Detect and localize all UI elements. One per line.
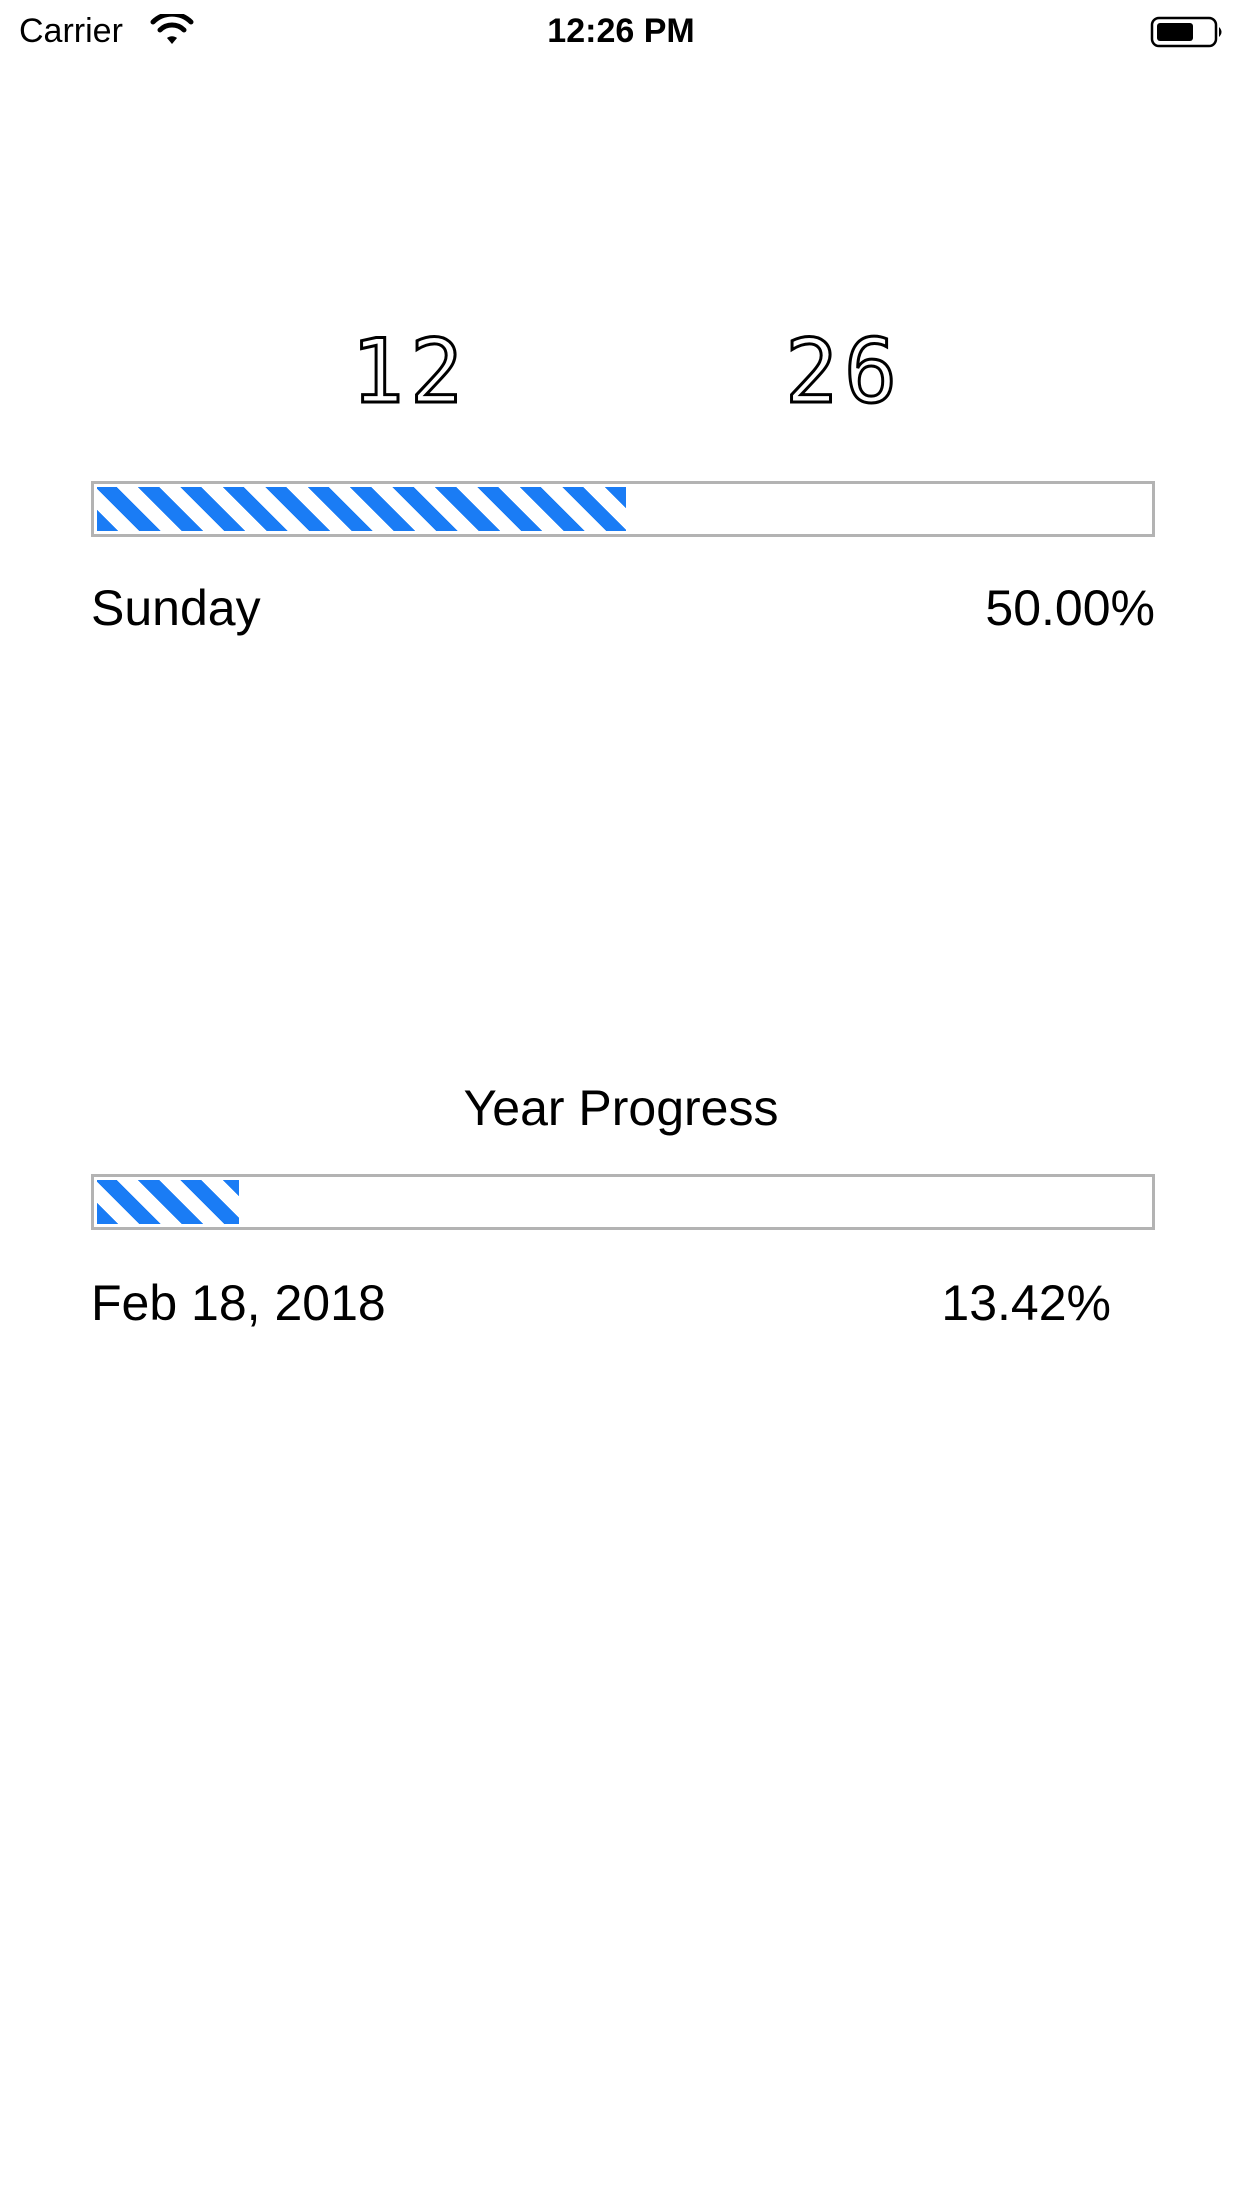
clock-minute: 26	[784, 320, 903, 423]
status-time: 12:26 PM	[547, 12, 695, 50]
status-bar: Carrier 12:26 PM	[0, 0, 1242, 62]
year-percent-label: 13.42%	[941, 1275, 1111, 1331]
year-progress-bar	[91, 1174, 1155, 1230]
year-date-label: Feb 18, 2018	[91, 1275, 386, 1331]
year-progress-title: Year Progress	[463, 1080, 779, 1136]
year-progress-fill	[97, 1180, 239, 1224]
day-progress-bar	[91, 481, 1155, 537]
clock-hour: 12	[350, 320, 469, 423]
day-percent-label: 50.00%	[985, 580, 1155, 636]
battery-icon	[1150, 16, 1222, 48]
day-progress-fill	[97, 487, 626, 531]
day-name-label: Sunday	[91, 580, 261, 636]
